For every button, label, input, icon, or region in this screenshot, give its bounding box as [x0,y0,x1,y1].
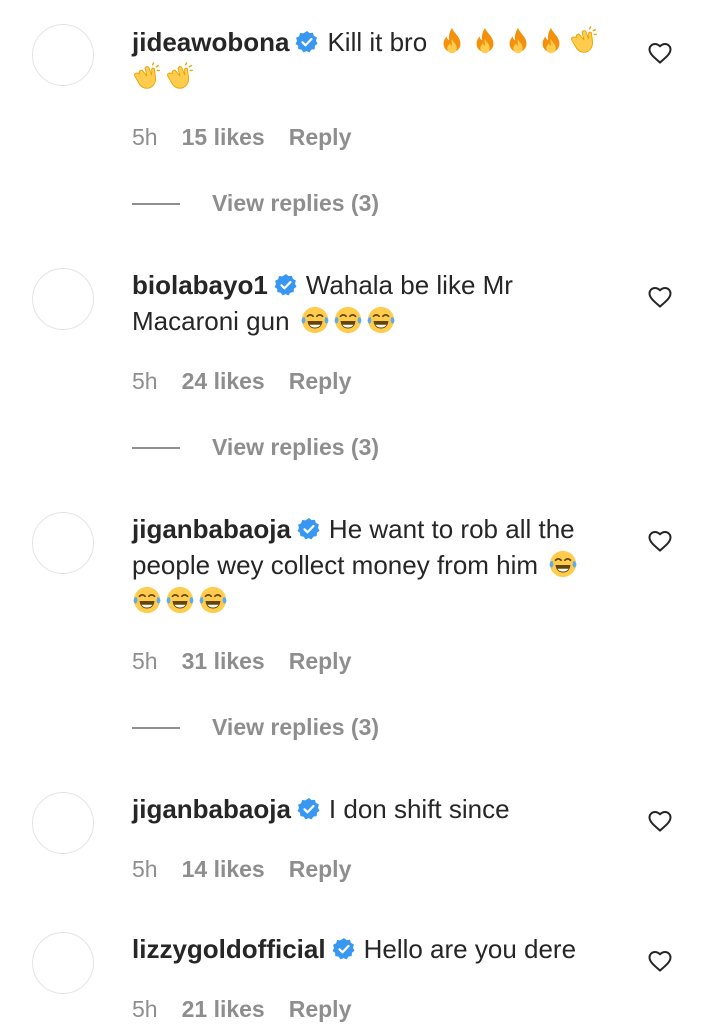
fire-emoji [542,27,560,54]
tears-of-joy-emoji [133,586,161,614]
comment-time: 5h [132,124,158,150]
heart-outline-icon[interactable] [648,530,672,552]
avatar[interactable] [32,512,94,574]
likes-count[interactable]: 31 likes [182,648,265,674]
avatar[interactable] [32,268,94,330]
fire-emoji [509,27,527,54]
comment-time: 5h [132,648,158,674]
comment-meta: 5h 31 likes Reply [132,648,351,675]
comment-time: 5h [132,996,158,1022]
likes-count[interactable]: 24 likes [182,368,265,394]
verified-badge-icon [295,31,318,53]
comment-time: 5h [132,856,158,882]
comment-username[interactable]: jideawobona [132,27,289,57]
likes-count[interactable]: 14 likes [182,856,265,882]
verified-badge-icon [274,274,297,296]
reply-button[interactable]: Reply [289,368,352,394]
comment-body: biolabayo1 Wahala be like Mr Macaroni gun [132,267,552,339]
tears-of-joy-emoji [199,586,227,614]
comment-body: jiganbabaoja He want to rob all the peopl… [132,511,622,619]
comment-username[interactable]: jiganbabaoja [132,794,291,824]
divider-line [132,726,180,729]
comment-text: I don shift since [328,794,510,824]
verified-badge-icon [332,938,355,960]
reply-button[interactable]: Reply [289,856,352,882]
clapping-hands-emoji [167,62,193,89]
reply-button[interactable]: Reply [289,124,352,150]
comment-meta: 5h 14 likes Reply [132,856,351,883]
view-replies-label: View replies (3) [212,714,380,740]
view-replies-button[interactable]: View replies (3) [132,714,379,741]
view-replies-button[interactable]: View replies (3) [132,190,379,217]
comment-text: Kill it bro [327,27,428,57]
heart-outline-icon[interactable] [648,810,672,832]
comment-username[interactable]: jiganbabaoja [132,514,291,544]
comment-meta: 5h 21 likes Reply [132,996,351,1023]
tears-of-joy-emoji [301,306,329,334]
likes-count[interactable]: 15 likes [182,124,265,150]
clapping-hands-emoji [571,26,598,53]
comment-text: Hello are you dere [363,934,577,964]
fire-emoji [476,27,494,54]
avatar[interactable] [32,24,94,86]
reply-button[interactable]: Reply [289,996,352,1022]
tears-of-joy-emoji [334,306,362,334]
reply-button[interactable]: Reply [289,648,352,674]
comment-username[interactable]: biolabayo1 [132,270,268,300]
divider-line [132,202,180,205]
verified-badge-icon [297,798,320,820]
fire-emoji [443,27,461,54]
comment-username[interactable]: lizzygoldofficial [132,934,326,964]
heart-outline-icon[interactable] [648,42,672,64]
comment-time: 5h [132,368,158,394]
comment-meta: 5h 15 likes Reply [132,124,351,151]
likes-count[interactable]: 21 likes [182,996,265,1022]
heart-outline-icon[interactable] [648,950,672,972]
view-replies-label: View replies (3) [212,434,380,460]
verified-badge-icon [297,518,320,540]
comment-body: jiganbabaoja I don shift since [132,791,622,827]
heart-outline-icon[interactable] [648,286,672,308]
divider-line [132,446,180,449]
tears-of-joy-emoji [367,306,395,334]
tears-of-joy-emoji [166,586,194,614]
comment-body: lizzygoldofficial Hello are you dere [132,931,622,967]
comment-meta: 5h 24 likes Reply [132,368,351,395]
view-replies-label: View replies (3) [212,190,380,216]
avatar[interactable] [32,932,94,994]
comment-body: jideawobona Kill it bro [132,24,622,96]
tears-of-joy-emoji [549,550,577,578]
avatar[interactable] [32,792,94,854]
view-replies-button[interactable]: View replies (3) [132,434,379,461]
clapping-hands-emoji [134,62,160,89]
